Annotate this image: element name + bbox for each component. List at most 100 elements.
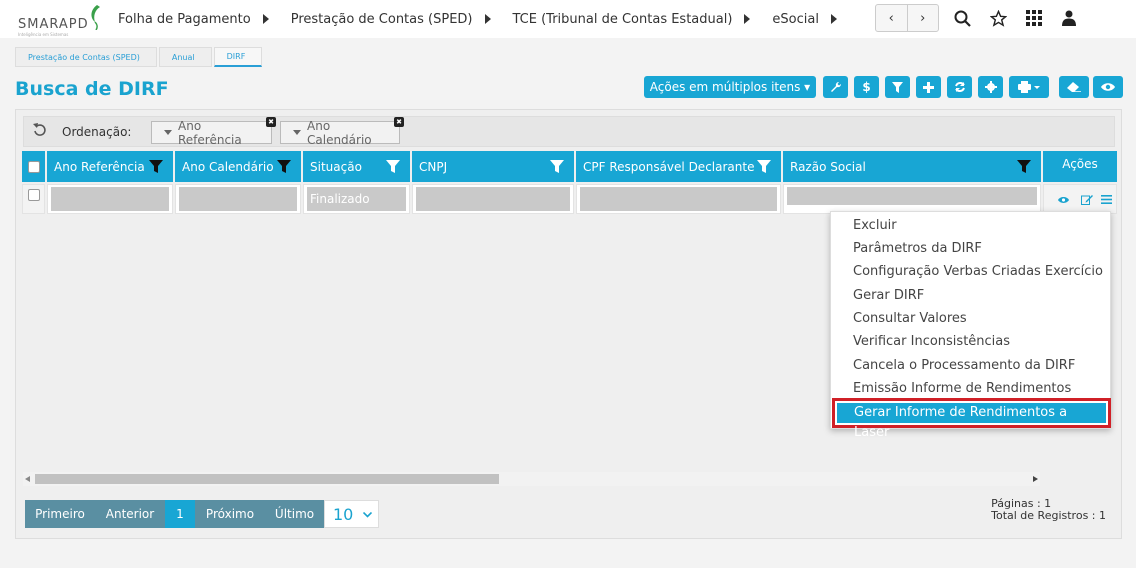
filter-icon[interactable] [277,160,291,173]
sort-chip-label: Ano Calendário [307,118,372,147]
filter-icon[interactable] [1017,160,1031,173]
user-icon[interactable] [1059,8,1079,28]
wrench-button[interactable] [823,76,848,98]
redacted-value [51,187,169,211]
star-icon[interactable] [988,8,1008,28]
chevron-down-icon [363,512,372,518]
scrollbar-thumb[interactable] [35,474,499,484]
remove-sort-icon[interactable]: ✖ [266,117,276,127]
redacted-value [179,187,297,211]
menu-item-gerar-informe-laser[interactable]: Gerar Informe de Rendimentos a Laser [837,403,1106,440]
eraser-button[interactable] [1059,76,1089,98]
column-label: CNPJ [419,159,448,174]
sort-chip-ano-referencia[interactable]: Ano Referência ✖ [151,117,276,147]
eye-icon[interactable] [1058,196,1069,204]
scroll-right-icon[interactable] [1033,476,1038,482]
sort-chip-label: Ano Referência [178,118,242,147]
first-page-button[interactable]: Primeiro [25,500,95,528]
table-cell-cpf[interactable] [576,184,781,214]
sort-bar: Ordenação: Ano Referência ✖ Ano Calendár… [23,116,1115,147]
last-page-button[interactable]: Último [265,500,324,528]
refresh-button[interactable] [947,76,972,98]
menu-item-verificar-inconsistencias[interactable]: Verificar Inconsistências [853,334,1010,349]
filter-icon[interactable] [149,160,163,173]
nav-folha-pagamento[interactable]: Folha de Pagamento [118,12,269,27]
leaf-logo-icon [91,5,100,30]
sort-label: Ordenação: [62,125,132,139]
edit-icon[interactable] [1081,194,1093,205]
filter-icon[interactable] [757,160,771,173]
horizontal-scrollbar[interactable] [23,472,1040,486]
column-header-acoes: Ações [1043,151,1117,182]
page-title: Busca de DIRF [15,78,169,100]
refresh-icon [954,82,965,92]
filter-icon [892,81,903,93]
page-size-select[interactable]: 10 [324,500,379,528]
breadcrumb-item-anual[interactable]: Anual [158,47,212,67]
table-cell-ano-referencia[interactable] [47,184,173,214]
column-label: Razão Social [790,159,866,174]
page-info: Páginas : 1 Total de Registros : 1 [991,498,1106,522]
table-cell-situacao[interactable]: Finalizado [303,184,410,214]
menu-item-configuracao-verbas[interactable]: Configuração Verbas Criadas Exercício [853,264,1103,279]
column-header-cpf-responsavel[interactable]: CPF Responsável Declarante [576,151,781,182]
breadcrumb-item-dirf[interactable]: DIRF [213,47,263,67]
wrench-icon [830,81,841,92]
nav-esocial[interactable]: eSocial [772,12,837,27]
logo[interactable]: SMARAPD Inteligência em Sistemas [16,4,102,37]
search-icon[interactable] [952,8,972,28]
bulk-actions-button[interactable]: Ações em múltiplos itens ▾ [644,76,816,98]
redacted-value [580,187,777,211]
menu-icon[interactable] [1101,195,1112,204]
reset-sort-icon[interactable] [33,123,47,141]
caret-down-icon [293,130,301,135]
column-header-ano-calendario[interactable]: Ano Calendário [175,151,301,182]
nav-label: TCE (Tribunal de Contas Estadual) [512,11,733,27]
select-all-checkbox[interactable] [27,160,40,173]
previous-page-button[interactable]: Anterior [95,500,165,528]
menu-item-consultar-valores[interactable]: Consultar Valores [853,311,967,326]
menu-item-cancela-processamento[interactable]: Cancela o Processamento da DIRF [853,358,1075,373]
highlight-frame: Gerar Informe de Rendimentos a Laser [832,398,1111,440]
table-cell-cnpj[interactable] [412,184,574,214]
nav-label: Folha de Pagamento [118,11,251,27]
menu-item-gerar-dirf[interactable]: Gerar DIRF [853,288,924,303]
settings-button[interactable] [978,76,1003,98]
breadcrumb-item-prestacao[interactable]: Prestação de Contas (SPED) [15,47,157,67]
column-header-situacao[interactable]: Situação [303,151,410,182]
table-cell-ano-calendario[interactable] [175,184,301,214]
next-page-button[interactable]: Próximo [195,500,265,528]
filter-icon[interactable] [550,160,564,173]
current-page-button[interactable]: 1 [165,500,195,528]
select-all-header [22,151,45,182]
filter-icon[interactable] [386,160,400,173]
column-header-razao-social[interactable]: Razão Social [783,151,1041,182]
top-nav: Folha de Pagamento Prestação de Contas (… [118,0,859,38]
redacted-value [787,187,1037,205]
menu-item-emissao-informe[interactable]: Emissão Informe de Rendimentos [853,381,1071,396]
add-button[interactable] [916,76,941,98]
dollar-button[interactable]: $ [854,76,879,98]
row-checkbox[interactable] [28,189,40,201]
menu-item-parametros-dirf[interactable]: Parâmetros da DIRF [853,241,982,256]
menu-item-excluir[interactable]: Excluir [853,218,897,233]
caret-right-icon [744,14,751,24]
total-records: Total de Registros : 1 [991,509,1106,522]
nav-tce[interactable]: TCE (Tribunal de Contas Estadual) [513,12,751,27]
view-button[interactable] [1093,76,1123,98]
situacao-value: Finalizado [310,192,370,206]
column-label: Situação [310,159,362,174]
back-button[interactable]: ‹ [876,5,908,31]
scroll-left-icon[interactable] [25,476,30,482]
sort-chip-ano-calendario[interactable]: Ano Calendário ✖ [280,117,404,147]
column-header-ano-referencia[interactable]: Ano Referência [47,151,173,182]
print-button[interactable] [1009,76,1049,98]
filter-button[interactable] [885,76,910,98]
remove-sort-icon[interactable]: ✖ [394,117,404,127]
caret-right-icon [262,14,269,24]
table-cell-razao-social[interactable] [783,184,1041,214]
nav-prestacao-contas[interactable]: Prestação de Contas (SPED) [291,12,491,27]
grid-apps-icon[interactable] [1024,8,1044,28]
forward-button[interactable]: › [908,5,939,31]
column-header-cnpj[interactable]: CNPJ [412,151,574,182]
